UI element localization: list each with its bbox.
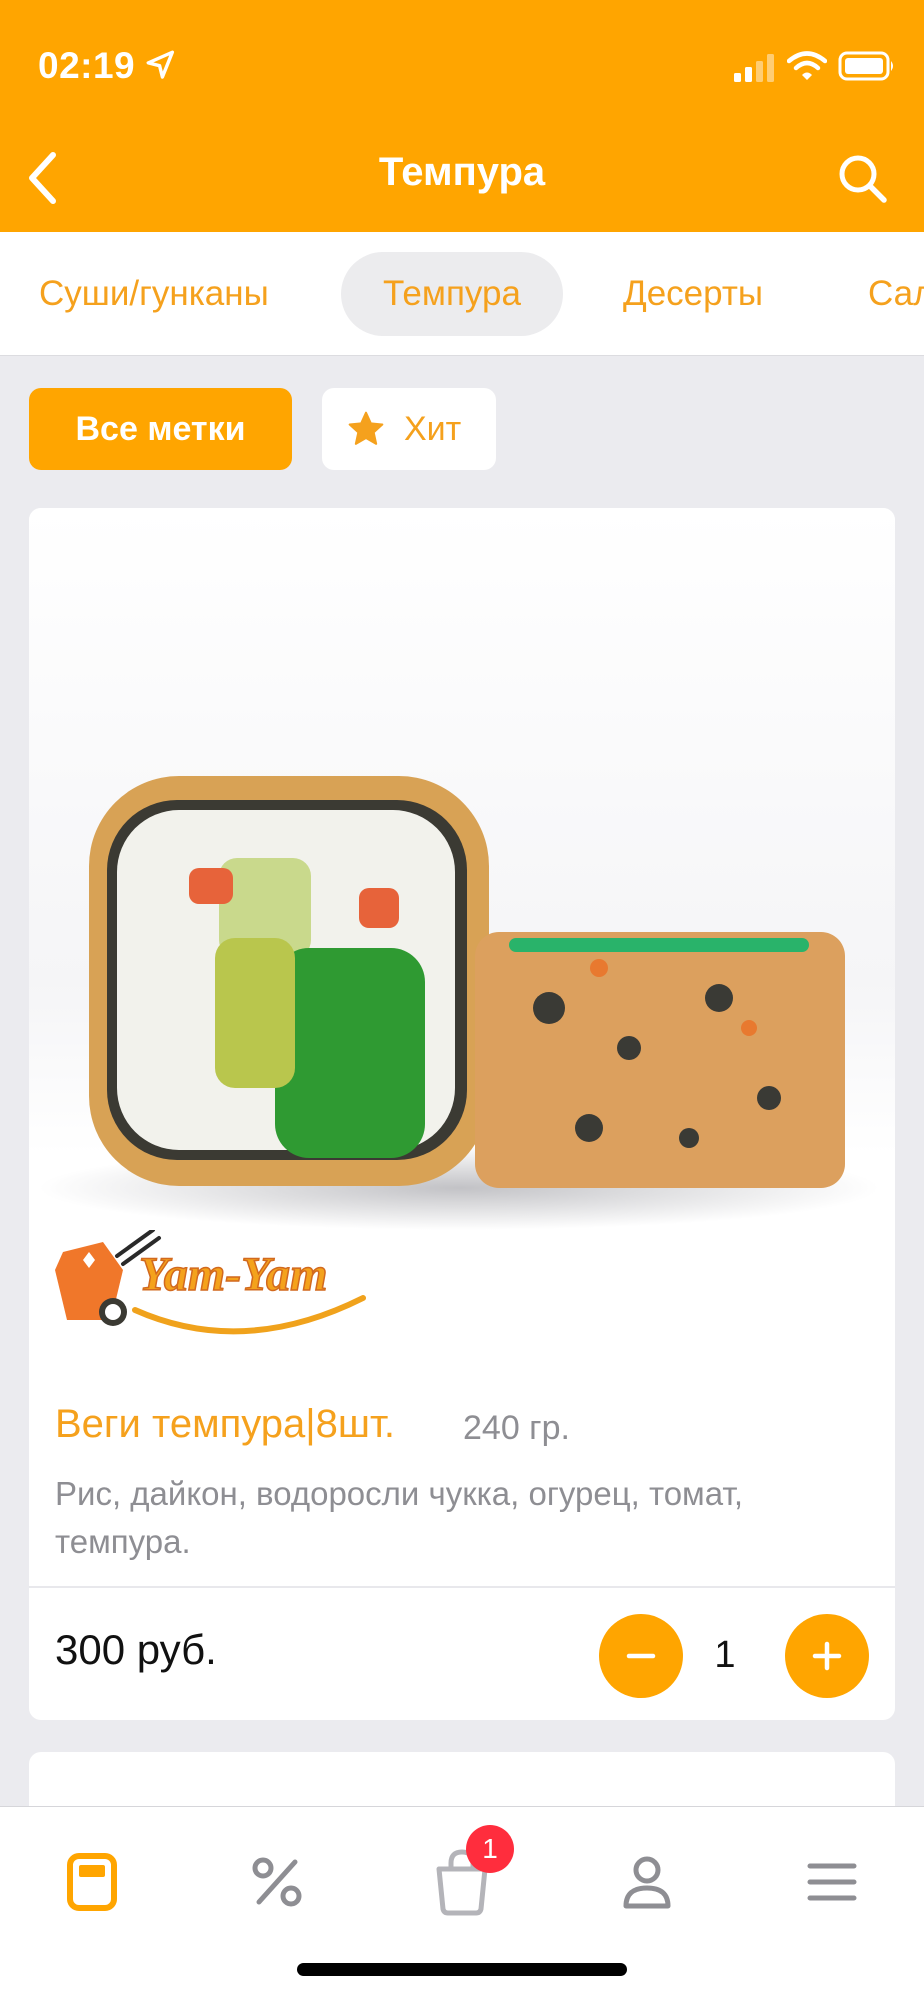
brand-logo: Yam-Yam: [43, 1228, 383, 1350]
battery-icon: [838, 51, 893, 81]
hamburger-icon: [807, 1863, 857, 1901]
noodle-box-logo-icon: Yam-Yam: [55, 1228, 366, 1335]
page-title: Темпура: [378, 150, 546, 194]
tab-menu[interactable]: [47, 1837, 137, 1927]
minus-icon: [626, 1653, 656, 1659]
tab-salads[interactable]: Салаты: [826, 252, 924, 336]
increase-quantity-button[interactable]: [785, 1614, 869, 1698]
location-arrow-icon: [146, 50, 175, 79]
product-price: 300 руб.: [55, 1626, 217, 1673]
star-icon: [348, 411, 384, 445]
top-bar: 02:19 Темпура: [0, 0, 924, 232]
filter-hit-label: Хит: [404, 409, 462, 448]
cellular-signal-icon: [734, 54, 774, 82]
filter-hit-button[interactable]: Хит: [322, 388, 496, 470]
product-description: Рис, дайкон, водоросли чукка, огурец, то…: [55, 1475, 743, 1560]
profile-icon: [623, 1856, 671, 1909]
search-button[interactable]: [830, 146, 896, 212]
product-name[interactable]: Веги темпура|8шт.: [55, 1402, 395, 1447]
tab-tempura[interactable]: Темпура: [341, 252, 563, 336]
back-button[interactable]: [12, 140, 72, 216]
filter-all-tags-button[interactable]: Все метки: [29, 388, 292, 470]
category-tabs: Суши/гунканы Темпура Десерты Салаты: [0, 232, 924, 356]
search-icon: [839, 155, 887, 203]
card-divider: [29, 1586, 895, 1588]
percent-icon: [252, 1857, 302, 1907]
chevron-left-icon: [29, 152, 56, 204]
status-time: 02:19: [38, 45, 136, 86]
svg-text:Yam-Yam: Yam-Yam: [139, 1248, 327, 1301]
plus-icon: [812, 1641, 842, 1671]
home-indicator: [297, 1963, 627, 1976]
product-card: Yam-Yam Веги темпура|8шт. 240 гр. Рис, д…: [29, 508, 895, 1720]
product-weight: 240 гр.: [463, 1409, 570, 1447]
wifi-icon: [787, 51, 827, 80]
tab-profile[interactable]: [602, 1837, 692, 1927]
quantity-value: 1: [714, 1634, 736, 1676]
decrease-quantity-button[interactable]: [599, 1614, 683, 1698]
tab-desserts[interactable]: Десерты: [581, 252, 805, 336]
tab-sushi-gunkan[interactable]: Суши/гунканы: [0, 252, 311, 336]
cart-badge: 1: [466, 1825, 514, 1873]
status-bar: 02:19: [0, 0, 924, 132]
menu-icon: [67, 1853, 117, 1911]
tab-promotions[interactable]: [232, 1837, 322, 1927]
tab-more[interactable]: [787, 1837, 877, 1927]
